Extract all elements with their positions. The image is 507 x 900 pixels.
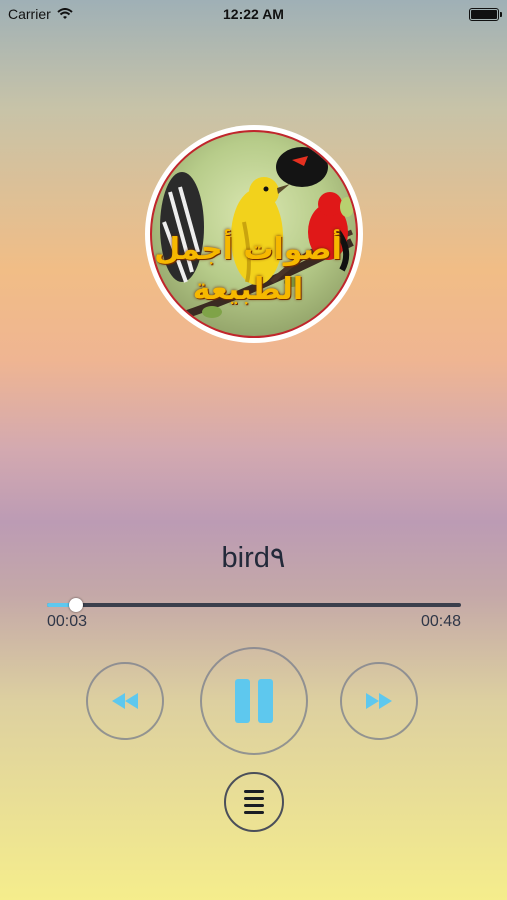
artwork-caption-line1: أصوات أجمل	[154, 232, 342, 267]
previous-button[interactable]	[86, 662, 164, 740]
artwork-caption-line2: الطبيعة	[192, 272, 304, 307]
album-artwork: أصوات أجمل الطبيعة	[145, 125, 363, 343]
pause-button[interactable]	[200, 647, 308, 755]
artwork-image: أصوات أجمل الطبيعة	[150, 130, 358, 338]
progress-knob[interactable]	[68, 598, 83, 612]
rewind-icon	[112, 693, 138, 709]
track-title: bird٩	[221, 542, 286, 574]
clock: 12:22 AM	[223, 6, 284, 22]
list-icon	[244, 790, 264, 814]
playlist-button[interactable]	[224, 772, 284, 832]
battery-icon	[469, 8, 502, 21]
next-button[interactable]	[340, 662, 418, 740]
elapsed-time: 00:03	[47, 613, 88, 630]
progress-slider[interactable]	[47, 598, 461, 612]
fast-forward-icon	[366, 693, 392, 709]
artwork-caption: أصوات أجمل الطبيعة	[152, 230, 346, 310]
total-time: 00:48	[420, 613, 461, 630]
status-bar: Carrier 12:22 AM	[0, 0, 507, 28]
pause-icon	[231, 679, 277, 723]
